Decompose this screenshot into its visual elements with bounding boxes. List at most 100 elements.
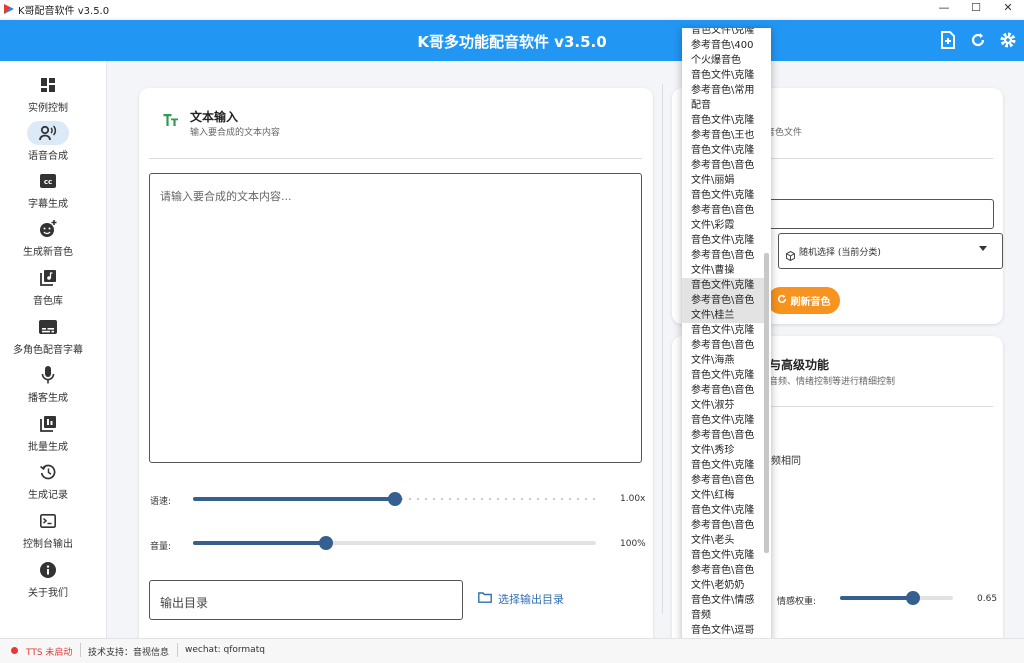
text-input-subtitle: 输入要合成的文本内容 <box>190 128 281 138</box>
dropdown-item[interactable]: 文件\曹操 <box>682 263 764 278</box>
dropdown-item[interactable]: 参考音色\音色 <box>682 248 764 263</box>
app-logo-icon <box>4 4 14 14</box>
dropdown-item[interactable]: 参考音色\音色 <box>682 293 764 308</box>
dropdown-item[interactable]: 音色文件\克隆 <box>682 28 764 38</box>
sidebar-item-podcast[interactable]: 播客生成 <box>0 355 96 404</box>
emoji-plus-icon <box>27 217 69 241</box>
panel-separator <box>662 84 663 614</box>
dropdown-item[interactable]: 音色文件\克隆 <box>682 188 764 203</box>
voice-icon <box>27 121 69 145</box>
dropdown-item[interactable]: 音频 <box>682 608 764 623</box>
text-format-icon <box>163 112 179 131</box>
dropdown-item[interactable]: 参考音色\常用 <box>682 83 764 98</box>
advanced-card-title: 与高级功能 <box>769 358 830 372</box>
sidebar-item-console[interactable]: 控制台输出 <box>0 501 96 550</box>
dropdown-item[interactable]: 音色文件\克隆 <box>682 278 764 293</box>
settings-gear-icon[interactable] <box>998 30 1018 50</box>
voice-search-field[interactable] <box>762 199 994 229</box>
export-file-icon[interactable] <box>938 30 958 50</box>
choose-output-dir-button[interactable]: 选择输出目录 <box>478 591 564 607</box>
sidebar-item-new-voice[interactable]: 生成新音色 <box>0 209 96 258</box>
folder-icon <box>478 592 492 606</box>
dropdown-item[interactable]: 音色文件\克隆 <box>682 68 764 83</box>
sidebar-item-label: 生成记录 <box>28 490 68 501</box>
cc-icon: cc <box>27 169 69 193</box>
sidebar-item-label: 播客生成 <box>28 393 68 404</box>
sidebar-item-history[interactable]: 生成记录 <box>0 452 96 501</box>
volume-slider-thumb[interactable] <box>318 536 333 550</box>
dropdown-item[interactable]: 音色文件\克隆 <box>682 143 764 158</box>
dropdown-item[interactable]: 音色文件\克隆 <box>682 458 764 473</box>
close-button[interactable]: ✕ <box>992 0 1024 18</box>
svg-text:cc: cc <box>44 178 52 186</box>
dropdown-item[interactable]: 音色文件\克隆 <box>682 233 764 248</box>
speed-slider[interactable] <box>193 492 596 506</box>
dropdown-item[interactable]: 音色文件\克隆 <box>682 548 764 563</box>
dropdown-item[interactable]: 配音 <box>682 98 764 113</box>
dropdown-scrollbar[interactable] <box>764 253 769 553</box>
refresh-icon[interactable] <box>968 30 988 50</box>
app-header: K哥多功能配音软件 v3.5.0 <box>0 20 1024 61</box>
dropdown-item[interactable]: 参考音色\音色 <box>682 383 764 398</box>
refresh-voices-label: 刷新音色 <box>790 297 831 308</box>
dropdown-item[interactable]: 音色文件\克隆 <box>682 413 764 428</box>
refresh-icon <box>777 294 787 307</box>
dropdown-item[interactable]: 文件\海燕 <box>682 353 764 368</box>
sidebar-item-speech-synthesis[interactable]: 语音合成 <box>0 113 96 162</box>
voice-category-value: 随机选择 (当前分类) <box>799 248 881 258</box>
volume-slider[interactable] <box>193 536 596 550</box>
dropdown-item[interactable]: 参考音色\音色 <box>682 518 764 533</box>
sidebar-item-voice-library[interactable]: 音色库 <box>0 258 96 307</box>
volume-slider-fill <box>193 541 326 545</box>
dropdown-item[interactable]: 文件\秀珍 <box>682 443 764 458</box>
choose-output-dir-label: 选择输出目录 <box>498 593 564 606</box>
speed-slider-thumb[interactable] <box>387 492 402 506</box>
sidebar-item-label: 生成新音色 <box>23 247 73 258</box>
maximize-button[interactable]: ☐ <box>960 0 992 18</box>
dropdown-item[interactable]: 参考音色\音色 <box>682 473 764 488</box>
chevron-down-icon[interactable] <box>979 246 987 251</box>
sidebar-item-batch[interactable]: 批量生成 <box>0 404 96 453</box>
dropdown-item[interactable]: 文件\红梅 <box>682 488 764 503</box>
dropdown-item[interactable]: 参考音色\王也 <box>682 128 764 143</box>
sidebar: 实例控制 语音合成 cc 字幕生成 生成新音色 音色库 多角色配音字幕 播客生成… <box>0 61 107 638</box>
dropdown-item[interactable]: 参考音色\音色 <box>682 563 764 578</box>
subtitles-icon <box>27 315 69 339</box>
emotion-weight-slider[interactable] <box>840 591 953 605</box>
sidebar-item-label: 实例控制 <box>28 103 68 114</box>
dropdown-item[interactable]: 音色文件\克隆 <box>682 368 764 383</box>
dropdown-item[interactable]: 文件\丽娟 <box>682 173 764 188</box>
dropdown-item[interactable]: 个火爆音色 <box>682 53 764 68</box>
dropdown-item[interactable]: 文件\老奶奶 <box>682 578 764 593</box>
dropdown-item[interactable]: 文件\彩霞 <box>682 218 764 233</box>
refresh-voices-button[interactable]: 刷新音色 <box>767 287 840 314</box>
dropdown-item[interactable]: 参考音色\400 <box>682 38 764 53</box>
dropdown-item[interactable]: 参考音色\音色 <box>682 203 764 218</box>
dropdown-item[interactable]: 音色文件\克隆 <box>682 113 764 128</box>
dropdown-item[interactable]: 音色文件\克隆 <box>682 503 764 518</box>
dropdown-item[interactable]: 文件\老头 <box>682 533 764 548</box>
dropdown-item[interactable]: 音色文件\逗哥 <box>682 623 764 638</box>
dropdown-item[interactable]: 参考音色\音色 <box>682 338 764 353</box>
dropdown-item[interactable]: 音色文件\情感 <box>682 593 764 608</box>
sidebar-item-multi-role-dubbing[interactable]: 多角色配音字幕 <box>0 307 96 356</box>
sidebar-item-about[interactable]: 关于我们 <box>0 550 96 599</box>
output-directory-field[interactable]: 输出目录 <box>149 580 463 620</box>
dropdown-item[interactable]: 文件\淑芬 <box>682 398 764 413</box>
synthesis-text-area[interactable]: 请输入要合成的文本内容... <box>149 173 642 463</box>
dropdown-item[interactable]: 音色文件\克隆 <box>682 323 764 338</box>
sidebar-item-subtitle-generation[interactable]: cc 字幕生成 <box>0 161 96 210</box>
voice-dropdown-list[interactable]: 音色文件\克隆 参考音色\400 个火爆音色 音色文件\克隆 参考音色\常用 配音 音色文件… <box>682 28 771 663</box>
status-separator <box>80 643 81 657</box>
dropdown-item[interactable]: 文件\桂兰 <box>682 308 764 323</box>
minimize-button[interactable]: — <box>928 0 960 18</box>
sidebar-item-label: 批量生成 <box>28 442 68 453</box>
sidebar-item-label: 字幕生成 <box>28 199 68 210</box>
history-icon <box>27 460 69 484</box>
dropdown-item[interactable]: 参考音色\音色 <box>682 158 764 173</box>
terminal-icon <box>27 509 69 533</box>
sidebar-item-instance-control[interactable]: 实例控制 <box>0 65 96 114</box>
speed-value: 1.00x <box>620 494 646 504</box>
emotion-weight-value: 0.65 <box>977 594 998 604</box>
dropdown-item[interactable]: 参考音色\音色 <box>682 428 764 443</box>
